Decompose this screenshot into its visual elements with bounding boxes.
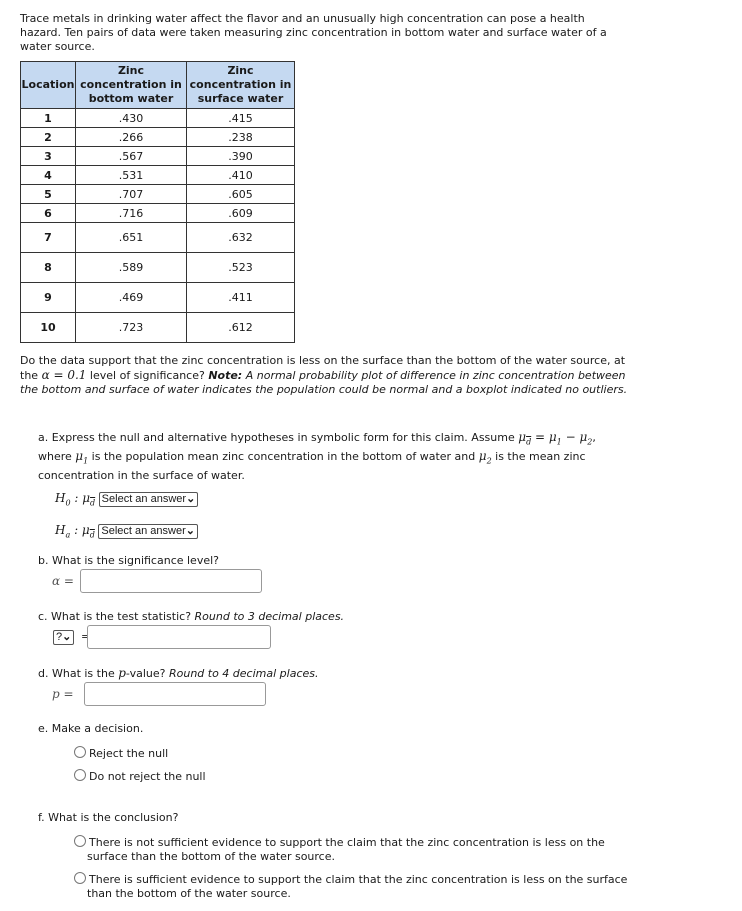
radio-button[interactable] (74, 769, 86, 781)
table-row: 8.589.523 (20, 252, 295, 283)
radio-button[interactable] (74, 835, 86, 847)
chevron-down-icon: ⌄ (62, 631, 72, 643)
surface-water-cell: .609 (186, 203, 295, 223)
surface-water-cell: .612 (186, 312, 295, 343)
surface-water-cell: .605 (186, 184, 295, 204)
question-part: level of significance? (86, 369, 209, 382)
bottom-water-cell: .707 (75, 184, 187, 204)
radio-button[interactable] (74, 872, 86, 884)
location-cell: 4 (20, 165, 76, 185)
table-row: 4.531.410 (20, 165, 295, 185)
intro-text: Trace metals in drinking water affect th… (20, 12, 607, 53)
table-row: 10.723.612 (20, 312, 295, 343)
hint: Round to 4 decimal places. (168, 667, 319, 680)
column-header: Zinc concentration in surface water (186, 61, 295, 109)
alpha-expression: α = 0.1 (41, 368, 87, 382)
radio-not-sufficient-evidence[interactable]: There is not sufficient evidence to supp… (74, 835, 632, 864)
surface-water-cell: .415 (186, 108, 295, 128)
note-label: Note: (208, 369, 243, 382)
h-symbol: H (55, 523, 66, 537)
text: -value? (125, 667, 169, 680)
select-label: Select an answer (101, 524, 186, 537)
option-label: There is sufficient evidence to support … (87, 873, 628, 900)
location-cell: 5 (20, 184, 76, 204)
zinc-data-table: Location Zinc concentration in bottom wat… (20, 61, 295, 343)
text: c. What is the test statistic? (38, 610, 195, 623)
part-a-text: a. Express the null and alternative hypo… (38, 430, 596, 482)
bottom-water-cell: .266 (75, 127, 187, 147)
surface-water-cell: .523 (186, 252, 295, 283)
table-row: 3.567.390 (20, 146, 295, 166)
option-label: Reject the null (89, 747, 169, 760)
p-value-input[interactable] (84, 682, 266, 706)
bottom-water-cell: .531 (75, 165, 187, 185)
radio-button[interactable] (74, 746, 86, 758)
alt-hypothesis-row: Ha : μd Select an answer⌄ (55, 523, 198, 539)
text: a. Express the null and alternative hypo… (38, 431, 519, 444)
subscript: 0 (65, 498, 71, 508)
chevron-down-icon: ⌄ (186, 492, 196, 505)
radio-sufficient-evidence[interactable]: There is sufficient evidence to support … (74, 872, 632, 901)
table-row: 5.707.605 (20, 184, 295, 204)
column-header: Location (20, 61, 76, 109)
location-cell: 2 (20, 127, 76, 147)
bottom-water-cell: .430 (75, 108, 187, 128)
location-cell: 3 (20, 146, 76, 166)
surface-water-cell: .238 (186, 127, 295, 147)
math: − μ (561, 430, 588, 444)
math: = μ (531, 430, 557, 444)
question-text: Do the data support that the zinc concen… (20, 354, 630, 397)
null-hypothesis-row: H0 : μd Select an answer⌄ (55, 491, 199, 508)
surface-water-cell: .632 (186, 222, 295, 253)
h-symbol: H (55, 491, 66, 505)
radio-reject-null[interactable]: Reject the null (74, 746, 168, 761)
alt-hypothesis-select[interactable]: Select an answer⌄ (98, 523, 198, 539)
location-cell: 7 (20, 222, 76, 253)
significance-level-input[interactable] (80, 569, 262, 593)
column-header: Zinc concentration in bottom water (75, 61, 187, 109)
bottom-water-cell: .567 (75, 146, 187, 166)
alpha-symbol: α = (52, 574, 74, 588)
bottom-water-cell: .469 (75, 282, 187, 313)
bottom-water-cell: .651 (75, 222, 187, 253)
location-cell: 10 (20, 312, 76, 343)
surface-water-cell: .411 (186, 282, 295, 313)
radio-do-not-reject-null[interactable]: Do not reject the null (74, 769, 206, 784)
location-cell: 9 (20, 282, 76, 313)
table-row: 9.469.411 (20, 282, 295, 313)
p-symbol: p = (52, 687, 74, 701)
surface-water-cell: .410 (186, 165, 295, 185)
text: d. What is the (38, 667, 119, 680)
option-label: Do not reject the null (89, 770, 206, 783)
option-label: There is not sufficient evidence to supp… (87, 836, 605, 863)
bottom-water-cell: .716 (75, 203, 187, 223)
test-statistic-type-select[interactable]: ?⌄ (53, 630, 75, 645)
select-label: Select an answer (101, 492, 187, 505)
surface-water-cell: .390 (186, 146, 295, 166)
table-row: 6.716.609 (20, 203, 295, 223)
location-cell: 1 (20, 108, 76, 128)
bottom-water-cell: .589 (75, 252, 187, 283)
table-row: 7.651.632 (20, 222, 295, 253)
part-f-label: f. What is the conclusion? (38, 811, 179, 824)
hint: Round to 3 decimal places. (194, 610, 345, 623)
mu-symbol: μ (518, 430, 527, 444)
bottom-water-cell: .723 (75, 312, 187, 343)
test-statistic-input[interactable] (87, 625, 271, 649)
part-e-label: e. Make a decision. (38, 722, 144, 735)
location-cell: 6 (20, 203, 76, 223)
p-symbol: p (118, 666, 126, 680)
part-d-label: d. What is the p-value? Round to 4 decim… (38, 666, 318, 681)
part-b-label: b. What is the significance level? (38, 554, 220, 567)
table-row: 1.430.415 (20, 108, 295, 128)
table-row: 2.266.238 (20, 127, 295, 147)
null-hypothesis-select[interactable]: Select an answer⌄ (98, 491, 199, 507)
part-c-label: c. What is the test statistic? Round to … (38, 610, 344, 624)
subscript: a (65, 530, 71, 540)
text: is the population mean zinc concentratio… (88, 450, 479, 464)
chevron-down-icon: ⌄ (185, 524, 195, 537)
location-cell: 8 (20, 252, 76, 283)
